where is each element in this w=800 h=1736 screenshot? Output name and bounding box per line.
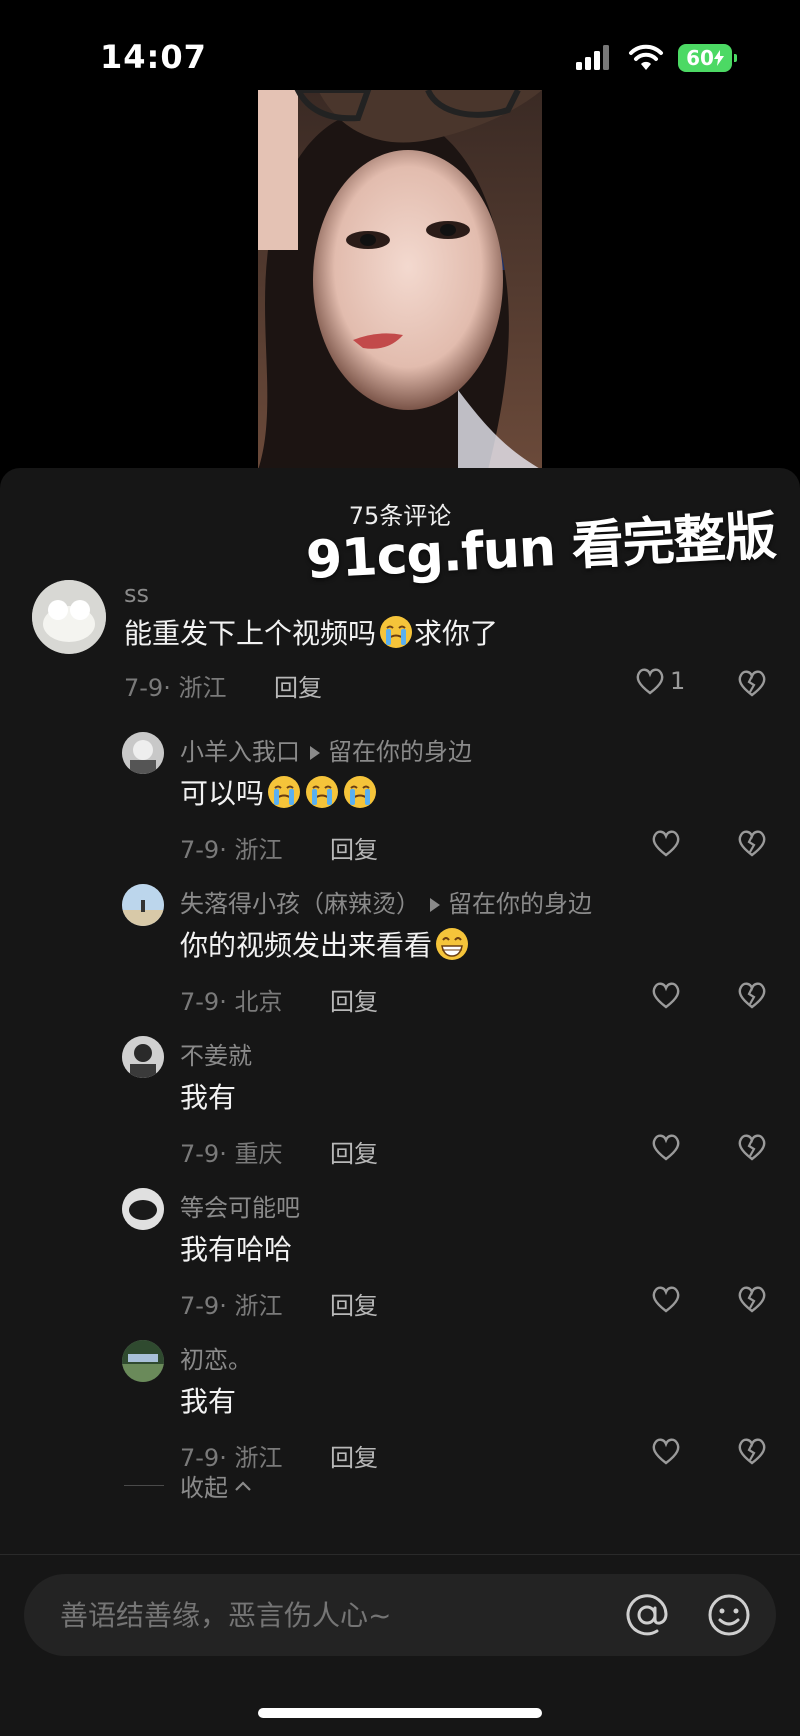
heart-icon	[652, 830, 680, 857]
like-button[interactable]	[650, 1284, 682, 1314]
video-thumbnail[interactable]	[258, 90, 542, 470]
crying-face-emoji	[344, 776, 377, 808]
comment-date-location: 7-9· 浙江	[180, 1292, 283, 1320]
cellular-signal-icon	[576, 45, 609, 70]
like-count: 1	[670, 667, 686, 695]
reply-author[interactable]: 小羊入我口	[180, 738, 300, 766]
reply-author[interactable]: 失落得小孩（麻辣烫）	[180, 890, 420, 918]
broken-heart-icon[interactable]	[736, 1284, 768, 1314]
reply-arrow-icon	[430, 898, 440, 912]
comment-date-location: 7-9· 浙江	[180, 836, 283, 864]
comment-text: 能重发下上个视频吗 求你了	[124, 612, 498, 652]
like-button[interactable]	[650, 1436, 682, 1466]
broken-heart-icon[interactable]	[736, 828, 768, 858]
collapse-label: 收起	[180, 1474, 228, 1502]
avatar[interactable]	[122, 884, 164, 926]
battery-level: 60	[686, 46, 714, 70]
comment-date-location: 7-9· 北京	[180, 988, 283, 1016]
comment-input[interactable]	[58, 1598, 582, 1633]
broken-heart-icon[interactable]	[736, 1132, 768, 1162]
video-frame-image	[258, 90, 542, 470]
comment-input-bar	[24, 1574, 776, 1656]
wifi-icon	[629, 44, 663, 70]
like-button[interactable]	[650, 1132, 682, 1162]
comment-text: 你的视频发出来看看	[180, 924, 470, 964]
reply-target[interactable]: 留在你的身边	[328, 738, 472, 766]
collapse-replies-button[interactable]: 收起	[124, 1468, 252, 1503]
comment-text-body: 可以吗	[180, 777, 265, 810]
home-indicator[interactable]	[258, 1708, 542, 1718]
charging-bolt-icon	[713, 50, 724, 66]
comment-username[interactable]: 不姜就	[180, 1036, 252, 1071]
comment-text: 我有	[180, 1076, 236, 1116]
comment-username[interactable]: 失落得小孩（麻辣烫） 留在你的身边	[180, 884, 592, 919]
comment-text-body: 能重发下上个视频吗	[124, 617, 377, 650]
avatar[interactable]	[32, 580, 106, 654]
comment-text-body: 我有	[180, 1081, 237, 1114]
input-divider	[0, 1554, 800, 1555]
like-button[interactable]	[650, 828, 682, 858]
crying-face-emoji	[306, 776, 339, 808]
chevron-up-icon	[235, 1480, 251, 1491]
status-time: 14:07	[100, 38, 207, 76]
comment-username[interactable]: 小羊入我口 留在你的身边	[180, 732, 472, 767]
like-button[interactable]: 1	[634, 666, 685, 696]
crying-face-emoji	[380, 616, 413, 648]
reply-button[interactable]: 回复	[330, 1134, 378, 1169]
comment-text-body: 你的视频发出来看看	[180, 929, 433, 962]
status-bar: 14:07 60	[0, 0, 800, 92]
comment-username[interactable]: 初恋。	[180, 1340, 252, 1375]
reply-button[interactable]: 回复	[330, 982, 378, 1017]
comment-username[interactable]: 等会可能吧	[180, 1188, 300, 1223]
emoji-picker-icon[interactable]	[706, 1592, 752, 1638]
heart-icon	[652, 1286, 680, 1313]
heart-icon	[652, 1134, 680, 1161]
heart-icon	[652, 1438, 680, 1465]
broken-heart-icon[interactable]	[736, 980, 768, 1010]
avatar[interactable]	[122, 732, 164, 774]
comment-text-tail: 求你了	[414, 617, 499, 650]
comment-sheet: 75条评论 91cg.fun 看完整版 ss 能重发下上个视频吗 求你了 7-9…	[0, 468, 800, 1736]
at-mention-icon[interactable]	[624, 1592, 670, 1638]
heart-icon	[652, 982, 680, 1009]
reply-button[interactable]: 回复	[330, 1286, 378, 1321]
comment-text-body: 我有	[180, 1385, 237, 1418]
reply-button[interactable]: 回复	[330, 830, 378, 865]
crying-face-emoji	[268, 776, 301, 808]
avatar[interactable]	[122, 1340, 164, 1382]
reply-button[interactable]: 回复	[330, 1438, 378, 1473]
comment-date-location: 7-9· 浙江	[124, 674, 227, 702]
collapse-divider	[124, 1485, 164, 1486]
avatar[interactable]	[122, 1188, 164, 1230]
avatar[interactable]	[122, 1036, 164, 1078]
grinning-face-emoji	[436, 928, 469, 960]
broken-heart-icon[interactable]	[736, 668, 768, 698]
heart-icon	[636, 668, 664, 695]
comment-text: 我有哈哈	[180, 1228, 292, 1268]
comment-text-body: 我有哈哈	[180, 1233, 293, 1266]
comment-text: 我有	[180, 1380, 236, 1420]
like-button[interactable]	[650, 980, 682, 1010]
battery-indicator: 60	[678, 44, 737, 72]
comment-date-location: 7-9· 重庆	[180, 1140, 283, 1168]
reply-arrow-icon	[310, 746, 320, 760]
comment-text: 可以吗	[180, 772, 378, 812]
broken-heart-icon[interactable]	[736, 1436, 768, 1466]
reply-button[interactable]: 回复	[274, 668, 322, 703]
reply-target[interactable]: 留在你的身边	[448, 890, 592, 918]
comment-username[interactable]: ss	[124, 580, 149, 608]
